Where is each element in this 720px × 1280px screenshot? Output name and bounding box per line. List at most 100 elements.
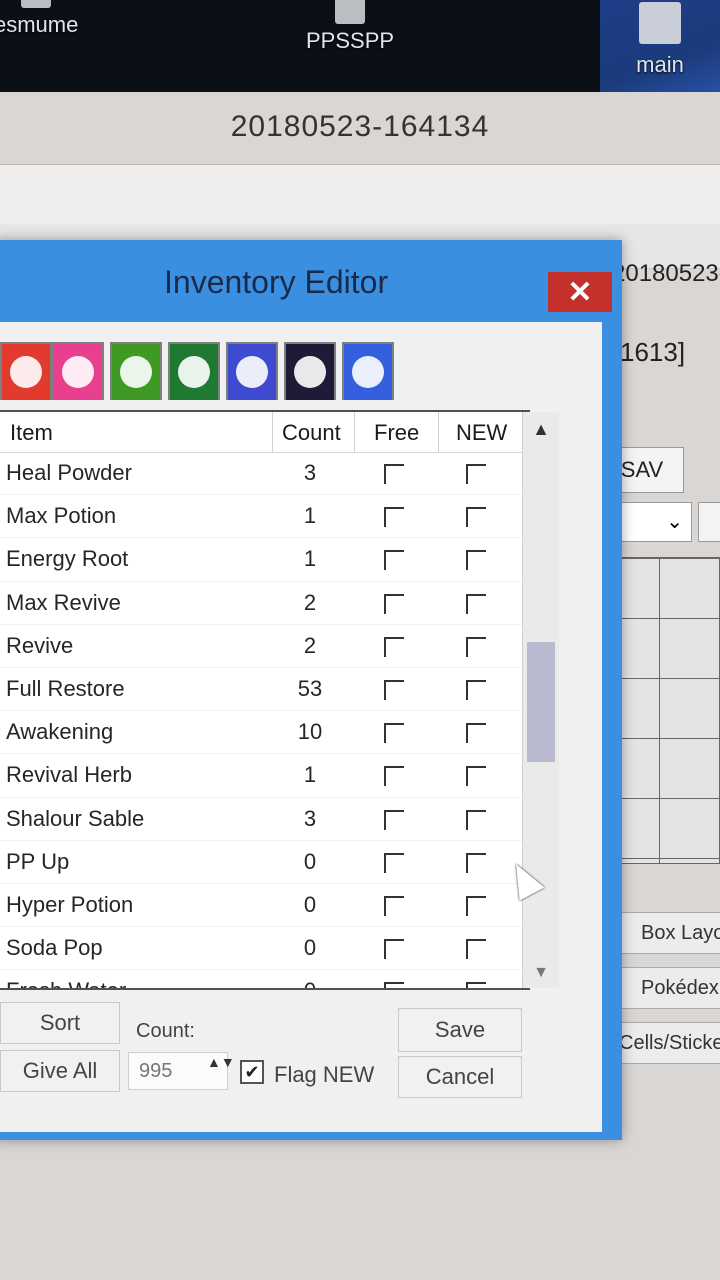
- tab-tms[interactable]: [110, 342, 162, 400]
- table-row[interactable]: Revival Herb 1: [0, 754, 522, 798]
- count-cell[interactable]: 3: [290, 806, 330, 832]
- inventory-grid[interactable]: Item Count Free NEW Heal Powder 3 Max Pot…: [0, 410, 559, 990]
- next-box-button[interactable]: [698, 502, 720, 542]
- table-row[interactable]: Full Restore 53: [0, 668, 522, 712]
- free-checkbox[interactable]: [384, 809, 404, 830]
- table-row[interactable]: PP Up 0: [0, 841, 522, 884]
- free-checkbox[interactable]: [384, 766, 404, 787]
- stepper-arrows-icon[interactable]: ▲▼: [207, 1055, 235, 1069]
- tab-medicine[interactable]: [52, 342, 104, 400]
- count-cell[interactable]: 0: [290, 978, 330, 988]
- count-cell[interactable]: 0: [290, 849, 330, 875]
- give-all-button[interactable]: Give All: [0, 1050, 120, 1092]
- new-checkbox[interactable]: [466, 593, 486, 614]
- tab-key-items[interactable]: [226, 342, 278, 400]
- item-name-cell[interactable]: Energy Root: [6, 546, 128, 572]
- scroll-up-arrow-icon[interactable]: ▲: [523, 412, 559, 446]
- table-row[interactable]: Max Revive 2: [0, 582, 522, 625]
- disc-icon: [120, 356, 152, 388]
- free-checkbox[interactable]: [384, 507, 404, 528]
- column-header-free[interactable]: Free: [374, 420, 419, 446]
- item-name-cell[interactable]: Soda Pop: [6, 935, 103, 961]
- box-layout-button[interactable]: Box Layo: [612, 912, 720, 954]
- table-row[interactable]: Revive 2: [0, 625, 522, 668]
- item-name-cell[interactable]: Revive: [6, 633, 73, 659]
- new-checkbox[interactable]: [466, 982, 486, 988]
- free-checkbox[interactable]: [384, 593, 404, 614]
- pokedex-button[interactable]: Pokédex: [612, 967, 720, 1009]
- free-checkbox[interactable]: [384, 723, 404, 744]
- column-header-item[interactable]: Item: [10, 420, 53, 446]
- flag-new-label[interactable]: Flag NEW: [274, 1062, 374, 1088]
- table-row[interactable]: Awakening 10: [0, 711, 522, 755]
- free-checkbox[interactable]: [384, 550, 404, 571]
- item-name-cell[interactable]: Awakening: [6, 719, 113, 745]
- item-name-cell[interactable]: Heal Powder: [6, 460, 132, 486]
- item-name-cell[interactable]: Hyper Potion: [6, 892, 133, 918]
- desktop-icon-desmume[interactable]: esmume: [0, 0, 78, 38]
- tab-items[interactable]: [0, 342, 52, 400]
- scroll-down-arrow-icon[interactable]: ▼: [523, 958, 559, 988]
- count-cell[interactable]: 3: [290, 460, 330, 486]
- free-checkbox[interactable]: [384, 982, 404, 988]
- count-cell[interactable]: 1: [290, 762, 330, 788]
- new-checkbox[interactable]: [466, 766, 486, 787]
- count-cell[interactable]: 2: [290, 633, 330, 659]
- tab-free-space[interactable]: [284, 342, 336, 400]
- close-button[interactable]: ✕: [548, 272, 612, 312]
- new-checkbox[interactable]: [466, 550, 486, 571]
- new-checkbox[interactable]: [466, 507, 486, 528]
- new-checkbox[interactable]: [466, 679, 486, 700]
- free-checkbox[interactable]: [384, 679, 404, 700]
- item-name-cell[interactable]: Max Revive: [6, 590, 121, 616]
- free-checkbox[interactable]: [384, 939, 404, 960]
- new-checkbox[interactable]: [466, 636, 486, 657]
- count-stepper-input[interactable]: 995 ▲▼: [128, 1052, 235, 1090]
- free-checkbox[interactable]: [384, 852, 404, 873]
- tab-berries[interactable]: [168, 342, 220, 400]
- table-row[interactable]: Heal Powder 3: [0, 452, 522, 496]
- desktop-icon-ppsspp[interactable]: PPSSPP: [306, 0, 394, 54]
- column-header-new[interactable]: NEW: [456, 420, 507, 446]
- dialog-titlebar[interactable]: Inventory Editor ✕: [0, 240, 622, 322]
- count-cell[interactable]: 0: [290, 935, 330, 961]
- cancel-button[interactable]: Cancel: [398, 1056, 522, 1098]
- table-row[interactable]: Hyper Potion 0: [0, 884, 522, 928]
- flag-new-checkbox[interactable]: ✔: [240, 1060, 264, 1084]
- table-row[interactable]: Shalour Sable 3: [0, 798, 522, 841]
- new-checkbox[interactable]: [466, 895, 486, 916]
- item-name-cell[interactable]: Max Potion: [6, 503, 116, 529]
- table-row[interactable]: Fresh Water 0: [0, 970, 522, 988]
- new-checkbox[interactable]: [466, 939, 486, 960]
- table-row[interactable]: Energy Root 1: [0, 538, 522, 582]
- count-cell[interactable]: 10: [290, 719, 330, 745]
- new-checkbox[interactable]: [466, 809, 486, 830]
- table-row[interactable]: Soda Pop 0: [0, 927, 522, 971]
- file-path-label: 20180523-: [612, 260, 720, 287]
- scrollbar-thumb[interactable]: [527, 642, 555, 762]
- item-name-cell[interactable]: PP Up: [6, 849, 69, 875]
- count-cell[interactable]: 1: [290, 503, 330, 529]
- save-button[interactable]: Save: [398, 1008, 522, 1052]
- table-row[interactable]: Max Potion 1: [0, 495, 522, 539]
- vertical-scrollbar[interactable]: ▲ ▼: [522, 412, 559, 988]
- dialog-body: Item Count Free NEW Heal Powder 3 Max Pot…: [0, 322, 602, 1132]
- free-checkbox[interactable]: [384, 464, 404, 484]
- new-checkbox[interactable]: [466, 464, 486, 484]
- count-value[interactable]: 995: [139, 1060, 172, 1083]
- count-cell[interactable]: 2: [290, 590, 330, 616]
- tab-z-crystals[interactable]: [342, 342, 394, 400]
- column-header-count[interactable]: Count: [282, 420, 341, 446]
- free-checkbox[interactable]: [384, 895, 404, 916]
- free-checkbox[interactable]: [384, 636, 404, 657]
- new-checkbox[interactable]: [466, 723, 486, 744]
- count-cell[interactable]: 0: [290, 892, 330, 918]
- new-checkbox[interactable]: [466, 852, 486, 873]
- count-cell[interactable]: 53: [290, 676, 330, 702]
- item-name-cell[interactable]: Fresh Water: [6, 978, 126, 988]
- item-name-cell[interactable]: Revival Herb: [6, 762, 132, 788]
- item-name-cell[interactable]: Shalour Sable: [6, 806, 144, 832]
- item-name-cell[interactable]: Full Restore: [6, 676, 125, 702]
- count-cell[interactable]: 1: [290, 546, 330, 572]
- sort-button[interactable]: Sort: [0, 1002, 120, 1044]
